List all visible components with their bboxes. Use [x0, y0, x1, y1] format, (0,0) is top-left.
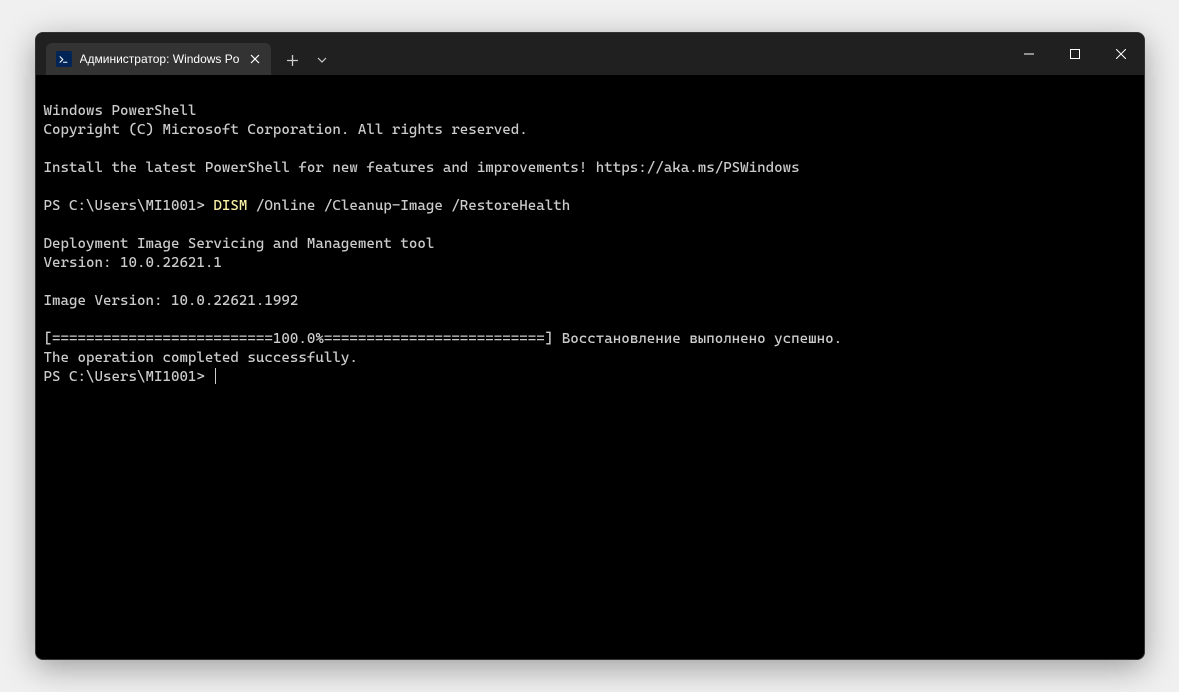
powershell-icon	[56, 51, 72, 67]
maximize-button[interactable]	[1052, 33, 1098, 75]
prompt: PS C:\Users\MI1001>	[44, 198, 214, 214]
shell-header: Windows PowerShell	[44, 103, 197, 119]
dism-args: /Online /Cleanup-Image /RestoreHealth	[247, 198, 570, 214]
completed-message: The operation completed successfully.	[44, 350, 358, 366]
command-line-2: PS C:\Users\MI1001>	[44, 369, 217, 385]
terminal-body[interactable]: Windows PowerShell Copyright (C) Microso…	[36, 75, 1144, 659]
terminal-window: Администратор: Windows Po	[35, 32, 1145, 660]
copyright-line: Copyright (C) Microsoft Corporation. All…	[44, 122, 528, 138]
dism-version: Version: 10.0.22621.1	[44, 255, 222, 271]
prompt: PS C:\Users\MI1001>	[44, 369, 214, 385]
dism-tool-title: Deployment Image Servicing and Managemen…	[44, 236, 435, 252]
titlebar[interactable]: Администратор: Windows Po	[36, 33, 1144, 75]
tab-dropdown-button[interactable]	[307, 45, 337, 75]
tab-close-button[interactable]	[247, 51, 263, 67]
progress-bar-line: [==========================100.0%=======…	[44, 331, 843, 347]
tab-controls	[277, 45, 337, 75]
new-tab-button[interactable]	[277, 45, 307, 75]
dism-command: DISM	[213, 198, 247, 214]
close-button[interactable]	[1098, 33, 1144, 75]
install-message: Install the latest PowerShell for new fe…	[44, 160, 800, 176]
cursor	[215, 368, 216, 384]
tab-title: Администратор: Windows Po	[80, 52, 240, 66]
tab-strip: Администратор: Windows Po	[36, 33, 1006, 75]
image-version: Image Version: 10.0.22621.1992	[44, 293, 299, 309]
tab-powershell[interactable]: Администратор: Windows Po	[46, 43, 272, 75]
command-line-1: PS C:\Users\MI1001> DISM /Online /Cleanu…	[44, 198, 571, 214]
minimize-button[interactable]	[1006, 33, 1052, 75]
window-controls	[1006, 33, 1144, 75]
